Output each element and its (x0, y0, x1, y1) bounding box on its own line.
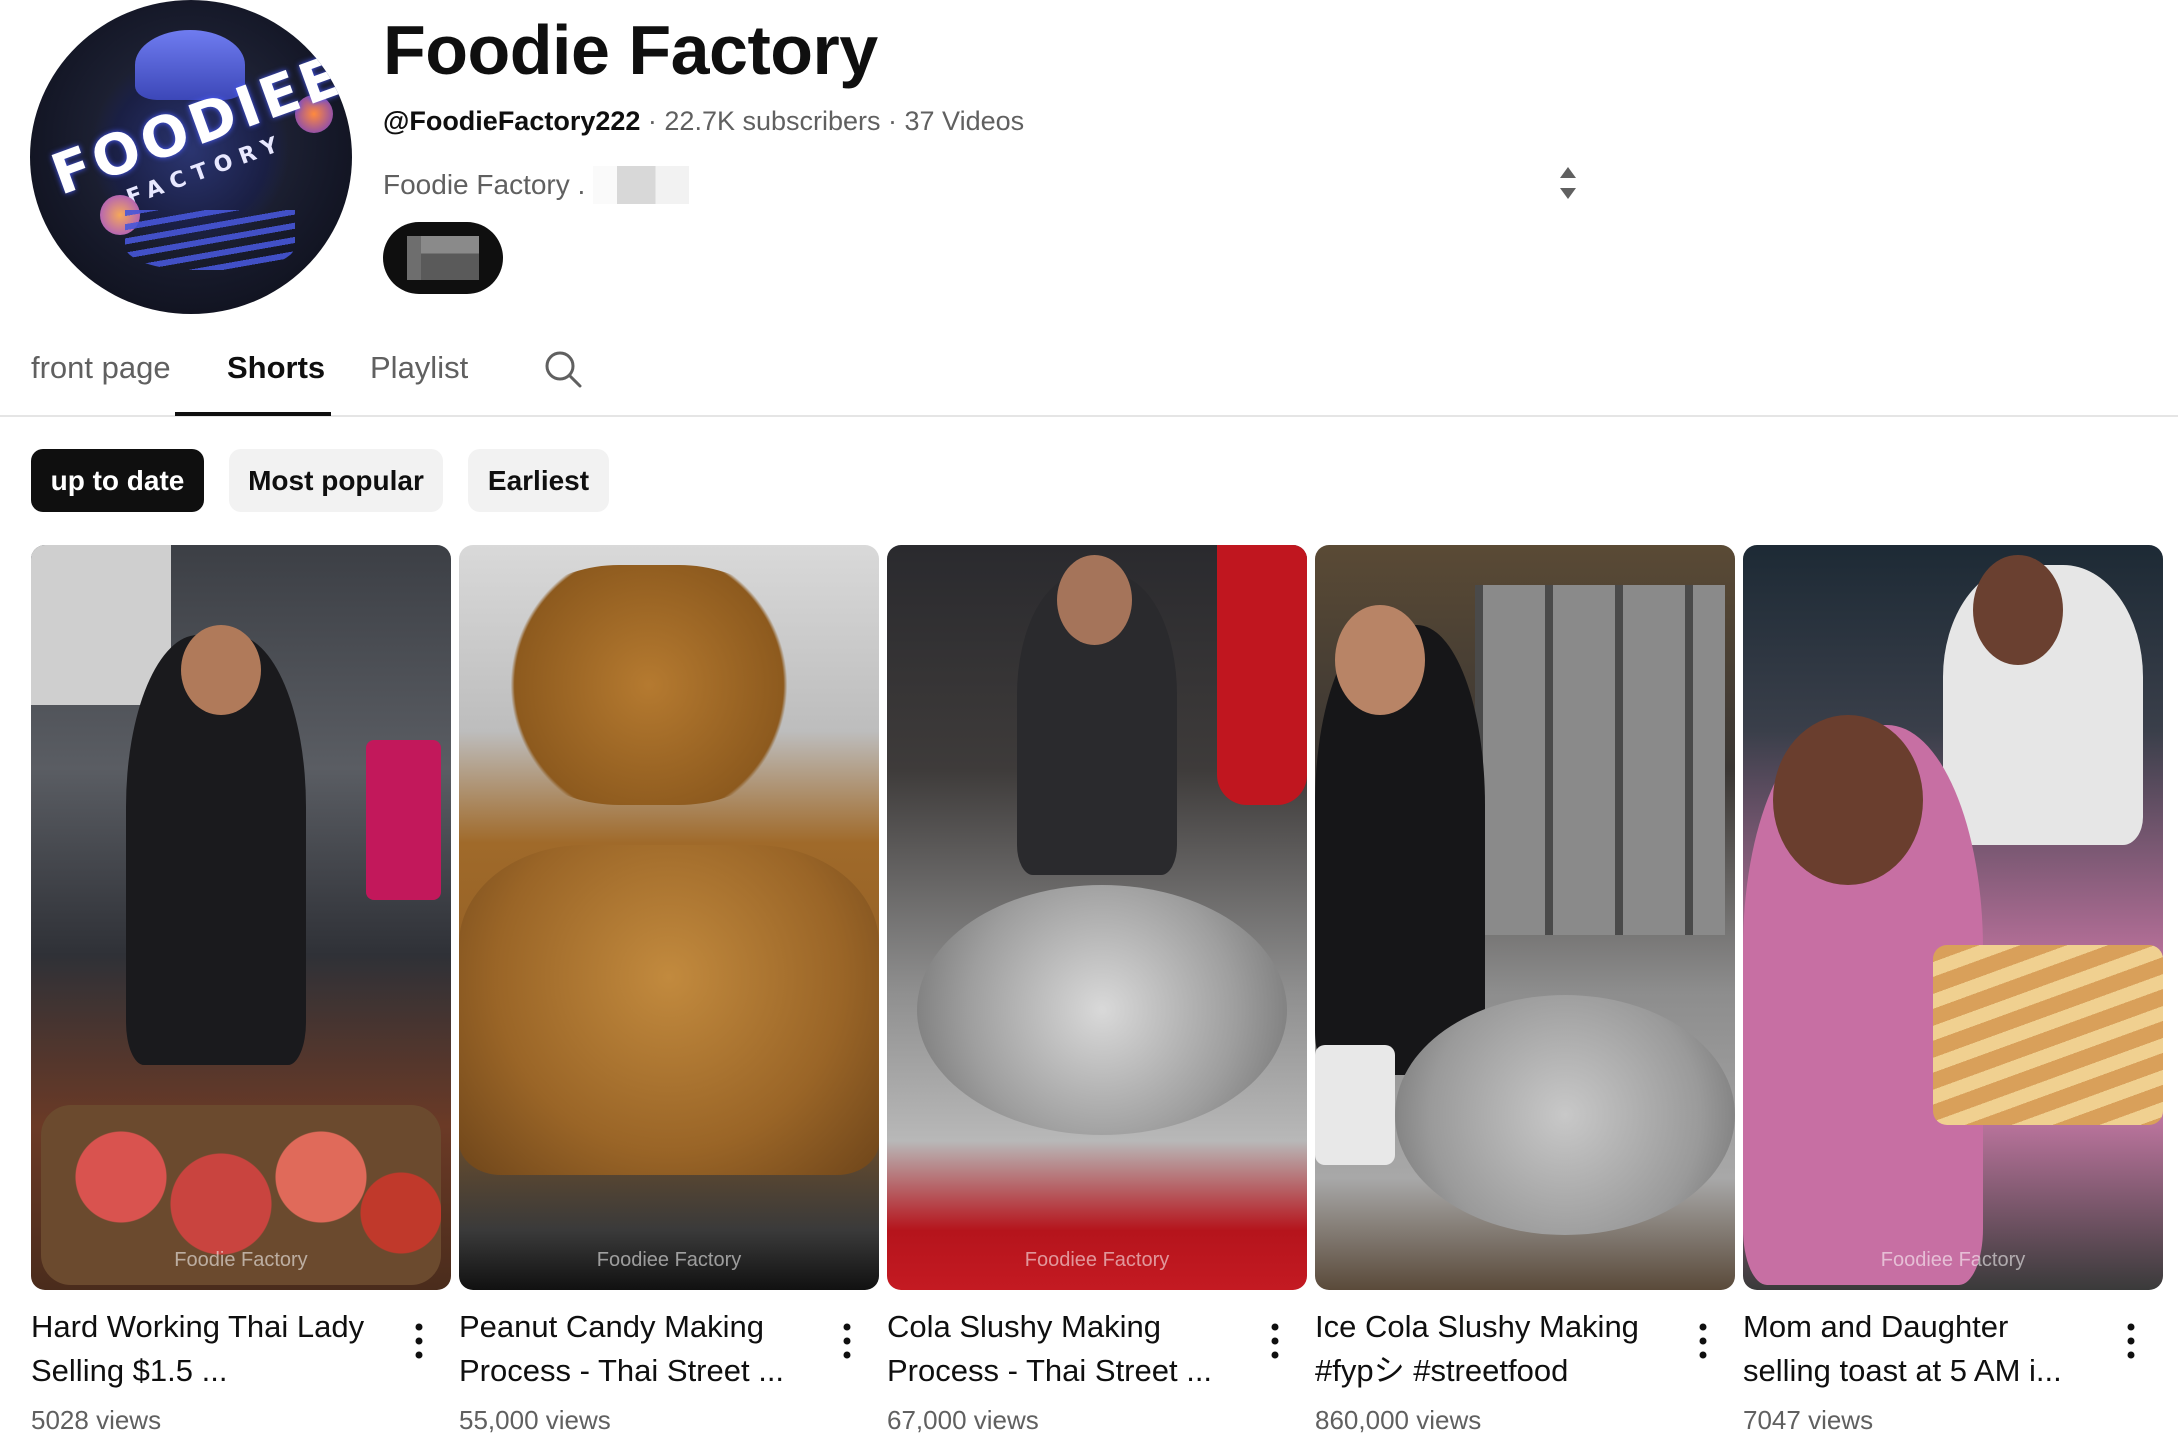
short-views: 55,000 views (459, 1405, 611, 1435)
short-views: 860,000 views (1315, 1405, 1482, 1435)
short-title[interactable]: Hard Working Thai Lady Selling $1.5 ... (31, 1305, 381, 1393)
meta-separator: · (640, 106, 665, 136)
more-vertical-icon[interactable] (407, 1321, 431, 1361)
short-title-line: selling toast at 5 AM i... (1743, 1353, 2062, 1388)
more-vertical-icon[interactable] (1691, 1321, 1715, 1361)
mother-head (1773, 715, 1923, 885)
short-card[interactable]: Foodiee Factory Cola Slushy Making Proce… (887, 545, 1307, 1435)
short-card[interactable]: Ice Cola Slushy Making #fypシ #streetfood… (1315, 545, 1735, 1435)
avatar-waves (125, 210, 295, 270)
toast-tray (1933, 945, 2163, 1125)
channel-description-text: Foodie Factory . (383, 169, 586, 200)
chip-up-to-date[interactable]: up to date (31, 449, 204, 512)
thumbnail-watermark: Foodie Factory (174, 1249, 308, 1271)
tab-playlist[interactable]: Playlist (370, 350, 468, 386)
short-title[interactable]: Cola Slushy Making Process - Thai Street… (887, 1305, 1237, 1393)
channel-handle: @FoodieFactory222 (383, 106, 641, 136)
tab-shorts[interactable]: Shorts (227, 350, 325, 386)
short-title-line: Selling $1.5 ... (31, 1353, 228, 1388)
short-views: 67,000 views (887, 1405, 1039, 1435)
short-thumbnail[interactable]: Foodiee Factory (459, 545, 879, 1290)
redacted-block (407, 236, 479, 280)
more-vertical-icon[interactable] (835, 1321, 859, 1361)
channel-tabs: front page Shorts Playlist (0, 340, 2178, 417)
daughter-head (1973, 555, 2063, 665)
short-thumbnail[interactable]: Foodiee Factory (1743, 545, 2163, 1290)
thumbnail-watermark: Foodiee Factory (596, 1249, 742, 1271)
slushy-machine (917, 885, 1287, 1135)
chip-most-popular[interactable]: Most popular (229, 449, 443, 512)
subscribe-button[interactable] (383, 222, 503, 294)
short-title[interactable]: Ice Cola Slushy Making #fypシ #streetfood (1315, 1305, 1665, 1393)
chip-earliest[interactable]: Earliest (468, 449, 609, 512)
short-thumbnail[interactable]: Foodie Factory (31, 545, 451, 1290)
peanut-candy-pile (459, 845, 879, 1175)
cola-sign (1217, 545, 1307, 805)
channel-meta: @FoodieFactory222 · 22.7K subscribers · … (383, 106, 1024, 137)
short-views: 5028 views (31, 1405, 162, 1435)
vendor-face (181, 625, 261, 715)
shop-window (1475, 585, 1725, 935)
short-title[interactable]: Peanut Candy Making Process - Thai Stree… (459, 1305, 809, 1393)
ice-cup (1315, 1045, 1395, 1165)
short-title-line: Mom and Daughter (1743, 1309, 2009, 1344)
redacted-block (593, 166, 690, 204)
short-thumbnail[interactable] (1315, 545, 1735, 1290)
more-vertical-icon[interactable] (1263, 1321, 1287, 1361)
tab-front-page[interactable]: front page (31, 350, 171, 386)
short-title-line: Peanut Candy Making (459, 1309, 765, 1344)
slushy-machine (1395, 995, 1735, 1235)
channel-name: Foodie Factory (383, 11, 878, 89)
vendor-face (1057, 555, 1132, 645)
short-title-line: Process - Thai Street ... (887, 1353, 1213, 1388)
short-title-line: Hard Working Thai Lady (31, 1309, 365, 1344)
thumbnail-watermark: Foodiee Factory (1880, 1249, 2026, 1271)
short-title-line: Ice Cola Slushy Making (1315, 1309, 1639, 1344)
subscriber-count: 22.7K subscribers (664, 106, 881, 136)
juice-bottles (366, 740, 441, 900)
short-thumbnail[interactable]: Foodiee Factory (887, 545, 1307, 1290)
meta-separator: · (880, 106, 905, 136)
expand-icon[interactable] (1555, 163, 1581, 203)
search-icon[interactable] (542, 348, 584, 390)
channel-description[interactable]: Foodie Factory . (383, 166, 690, 204)
short-card[interactable]: Foodiee Factory Peanut Candy Making Proc… (459, 545, 879, 1435)
short-card[interactable]: Foodiee Factory Mom and Daughter selling… (1743, 545, 2163, 1435)
active-tab-indicator (175, 412, 331, 416)
short-title[interactable]: Mom and Daughter selling toast at 5 AM i… (1743, 1305, 2093, 1393)
short-card[interactable]: Foodie Factory Hard Working Thai Lady Se… (31, 545, 451, 1435)
short-views: 7047 views (1743, 1405, 1874, 1435)
video-count: 37 Videos (904, 106, 1025, 136)
vendor-face (1335, 605, 1425, 715)
thumbnail-watermark: Foodiee Factory (1024, 1249, 1170, 1271)
peanut-candy-falling (499, 565, 799, 805)
short-title-line: #fypシ #streetfood (1315, 1353, 1569, 1388)
short-title-line: Cola Slushy Making (887, 1309, 1161, 1344)
short-title-line: Process - Thai Street ... (459, 1353, 785, 1388)
channel-avatar[interactable]: FOODIEE FACTORY (30, 0, 352, 314)
more-vertical-icon[interactable] (2119, 1321, 2143, 1361)
